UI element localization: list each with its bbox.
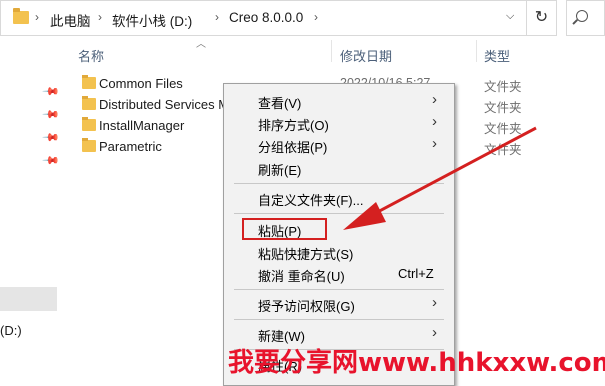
annotation-arrow	[343, 126, 537, 230]
arrow-shaft	[371, 126, 537, 217]
arrow-head	[343, 202, 386, 230]
watermark: 我要分享网www.hhkxxw.com	[228, 348, 605, 378]
